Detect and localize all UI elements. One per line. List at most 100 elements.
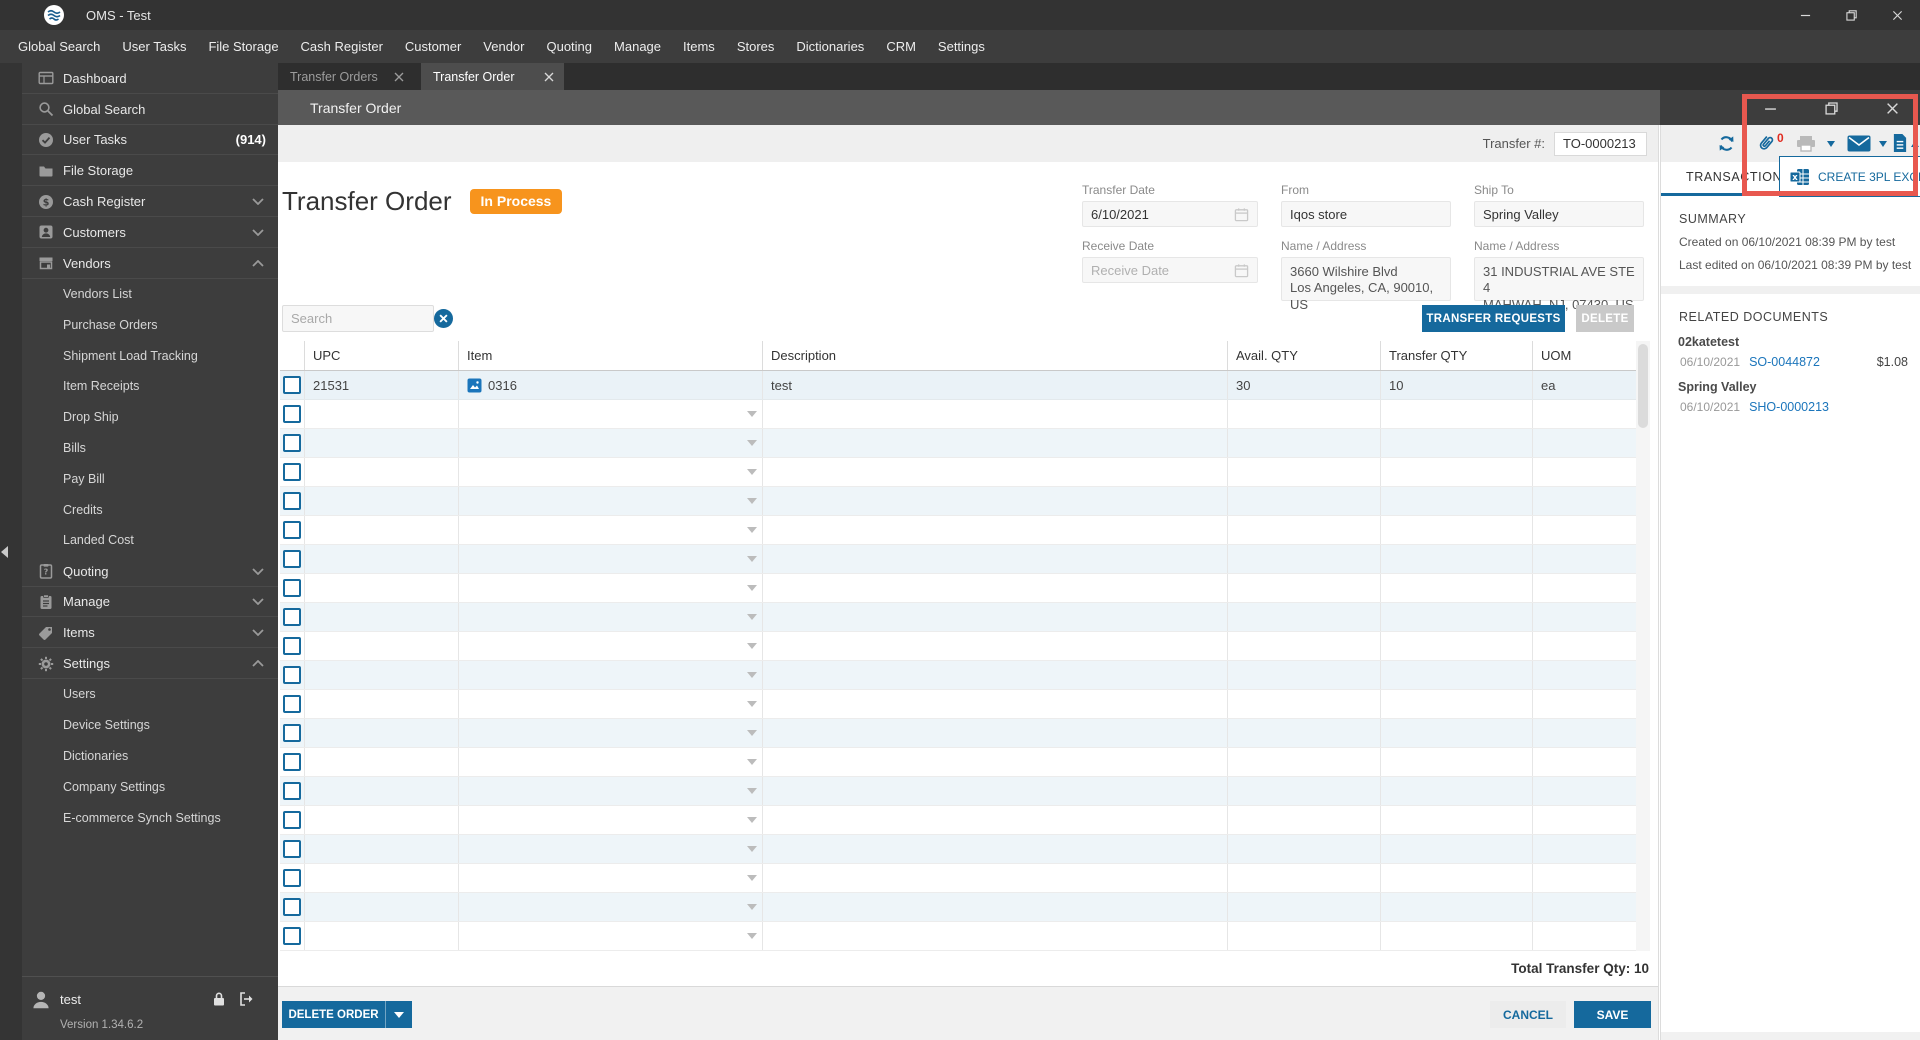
- cell-uom[interactable]: [1532, 719, 1636, 747]
- cell-upc[interactable]: [304, 429, 458, 457]
- cell-avail-qty[interactable]: [1227, 487, 1380, 515]
- sidebar-item-bills[interactable]: Bills: [22, 433, 278, 464]
- chevron-down-icon[interactable]: [252, 229, 264, 236]
- menu-item-customer[interactable]: Customer: [394, 30, 472, 63]
- email-dropdown-icon[interactable]: [1879, 141, 1887, 147]
- cell-item[interactable]: [458, 458, 762, 486]
- cell-description[interactable]: [762, 748, 1227, 776]
- cell-description[interactable]: [762, 690, 1227, 718]
- cell-item[interactable]: [458, 574, 762, 602]
- sidebar-item-purchase-orders[interactable]: Purchase Orders: [22, 309, 278, 340]
- ship-to-input[interactable]: Spring Valley: [1474, 201, 1644, 227]
- sidebar-item-items[interactable]: Items: [22, 617, 278, 648]
- cell-description[interactable]: [762, 893, 1227, 921]
- cell-uom[interactable]: [1532, 922, 1636, 950]
- sidebar-item-credits[interactable]: Credits: [22, 494, 278, 525]
- cell-avail-qty[interactable]: [1227, 719, 1380, 747]
- row-checkbox[interactable]: [283, 753, 301, 771]
- table-row[interactable]: 21531 0316 test 30 10 ea: [280, 371, 1636, 400]
- cell-transfer-qty[interactable]: 10: [1380, 371, 1532, 399]
- cell-transfer-qty[interactable]: [1380, 690, 1532, 718]
- refresh-icon[interactable]: [1716, 133, 1737, 154]
- menu-item-quoting[interactable]: Quoting: [535, 30, 603, 63]
- sidebar-item-quoting[interactable]: ? Quoting: [22, 556, 278, 587]
- item-dropdown-icon[interactable]: [747, 846, 757, 852]
- menu-item-global-search[interactable]: Global Search: [7, 30, 111, 63]
- sidebar-item-landed-cost[interactable]: Landed Cost: [22, 525, 278, 556]
- cell-upc[interactable]: [304, 400, 458, 428]
- cell-avail-qty[interactable]: [1227, 574, 1380, 602]
- cell-uom[interactable]: [1532, 603, 1636, 631]
- cell-item[interactable]: [458, 429, 762, 457]
- cell-description[interactable]: test: [762, 371, 1227, 399]
- from-input[interactable]: Iqos store: [1281, 201, 1451, 227]
- restore-icon[interactable]: [1828, 0, 1874, 30]
- cell-uom[interactable]: [1532, 429, 1636, 457]
- row-checkbox[interactable]: [283, 376, 301, 394]
- cell-upc[interactable]: [304, 545, 458, 573]
- item-dropdown-icon[interactable]: [747, 701, 757, 707]
- row-checkbox[interactable]: [283, 637, 301, 655]
- sidebar-item-file-storage[interactable]: File Storage: [22, 155, 278, 186]
- transfer-date-input[interactable]: 6/10/2021: [1082, 201, 1258, 227]
- sidebar-item-cash-register[interactable]: $ Cash Register: [22, 186, 278, 217]
- tab-transfer-orders[interactable]: Transfer Orders: [278, 63, 414, 90]
- row-checkbox[interactable]: [283, 782, 301, 800]
- tab-transfer-order[interactable]: Transfer Order: [421, 63, 564, 90]
- cell-item[interactable]: [458, 632, 762, 660]
- cell-item[interactable]: [458, 487, 762, 515]
- item-dropdown-icon[interactable]: [747, 933, 757, 939]
- save-button[interactable]: SAVE: [1574, 1001, 1651, 1028]
- item-dropdown-icon[interactable]: [747, 440, 757, 446]
- cell-avail-qty[interactable]: [1227, 632, 1380, 660]
- sidebar-item-user-tasks[interactable]: User Tasks (914): [22, 125, 278, 156]
- item-dropdown-icon[interactable]: [747, 643, 757, 649]
- cell-transfer-qty[interactable]: [1380, 487, 1532, 515]
- calendar-icon[interactable]: [1234, 207, 1249, 222]
- cell-transfer-qty[interactable]: [1380, 603, 1532, 631]
- column-header-transfer-qty[interactable]: Transfer QTY: [1380, 341, 1532, 370]
- menu-item-items[interactable]: Items: [672, 30, 726, 63]
- cell-upc[interactable]: [304, 632, 458, 660]
- chevron-up-icon[interactable]: [252, 660, 264, 667]
- search-input[interactable]: [282, 305, 434, 332]
- cell-item[interactable]: [458, 748, 762, 776]
- cell-description[interactable]: [762, 574, 1227, 602]
- sidebar-item-e-commerce-synch-settings[interactable]: E-commerce Synch Settings: [22, 802, 278, 833]
- cell-avail-qty[interactable]: [1227, 516, 1380, 544]
- cell-description[interactable]: [762, 719, 1227, 747]
- sidebar-item-drop-ship[interactable]: Drop Ship: [22, 402, 278, 433]
- cell-item[interactable]: [458, 400, 762, 428]
- chevron-up-icon[interactable]: [252, 259, 264, 267]
- cell-item[interactable]: [458, 545, 762, 573]
- cell-item[interactable]: [458, 603, 762, 631]
- delete-order-button[interactable]: DELETE ORDER: [282, 1001, 386, 1028]
- cell-upc[interactable]: 21531: [304, 371, 458, 399]
- menu-item-cash-register[interactable]: Cash Register: [290, 30, 394, 63]
- cell-transfer-qty[interactable]: [1380, 632, 1532, 660]
- cell-transfer-qty[interactable]: [1380, 545, 1532, 573]
- panel-restore-icon[interactable]: [1823, 100, 1839, 116]
- column-header-uom[interactable]: UOM: [1532, 341, 1636, 370]
- cell-item[interactable]: [458, 864, 762, 892]
- cell-item[interactable]: [458, 835, 762, 863]
- delete-order-dropdown-icon[interactable]: [386, 1001, 412, 1028]
- cell-description[interactable]: [762, 922, 1227, 950]
- cell-item[interactable]: [458, 661, 762, 689]
- lock-icon[interactable]: [212, 991, 226, 1007]
- menu-item-settings[interactable]: Settings: [927, 30, 996, 63]
- cell-avail-qty[interactable]: 30: [1227, 371, 1380, 399]
- column-header-avail-qty[interactable]: Avail. QTY: [1227, 341, 1380, 370]
- cell-uom[interactable]: [1532, 487, 1636, 515]
- create-3pl-excel-button[interactable]: x CREATE 3PL EXCEL: [1779, 156, 1920, 197]
- item-dropdown-icon[interactable]: [747, 788, 757, 794]
- cell-uom[interactable]: [1532, 400, 1636, 428]
- cell-item[interactable]: [458, 777, 762, 805]
- cell-avail-qty[interactable]: [1227, 690, 1380, 718]
- cell-uom[interactable]: [1532, 864, 1636, 892]
- cell-item[interactable]: 0316: [458, 371, 762, 399]
- menu-item-manage[interactable]: Manage: [603, 30, 672, 63]
- chevron-down-icon[interactable]: [252, 568, 264, 575]
- cell-transfer-qty[interactable]: [1380, 574, 1532, 602]
- cell-transfer-qty[interactable]: [1380, 806, 1532, 834]
